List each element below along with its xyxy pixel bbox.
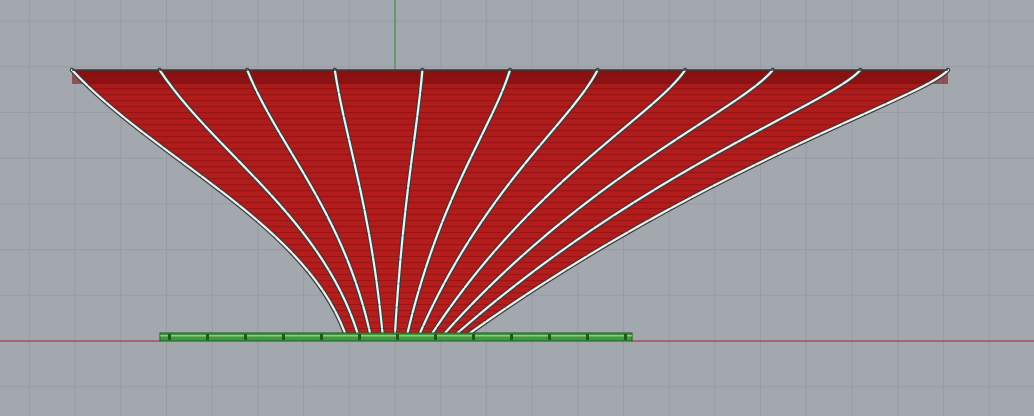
shell-shading bbox=[72, 70, 948, 333]
base-segment-mark bbox=[396, 334, 399, 340]
base-segment-mark bbox=[548, 334, 551, 340]
base-segment-mark bbox=[358, 334, 361, 340]
base-segment-mark bbox=[434, 334, 437, 340]
viewport-canvas[interactable] bbox=[0, 0, 1034, 416]
base-segment-mark bbox=[282, 334, 285, 340]
base-segment-mark bbox=[168, 334, 171, 340]
base-plate[interactable] bbox=[159, 332, 633, 342]
base-segment-mark bbox=[206, 334, 209, 340]
viewport-front[interactable] bbox=[0, 0, 1034, 416]
base-segment-mark bbox=[510, 334, 513, 340]
base-segment-mark bbox=[472, 334, 475, 340]
base-segment-mark bbox=[586, 334, 589, 340]
base-segment-mark bbox=[320, 334, 323, 340]
base-segment-mark bbox=[244, 334, 247, 340]
base-segment-mark bbox=[624, 334, 627, 340]
shell-surface[interactable] bbox=[72, 70, 948, 333]
